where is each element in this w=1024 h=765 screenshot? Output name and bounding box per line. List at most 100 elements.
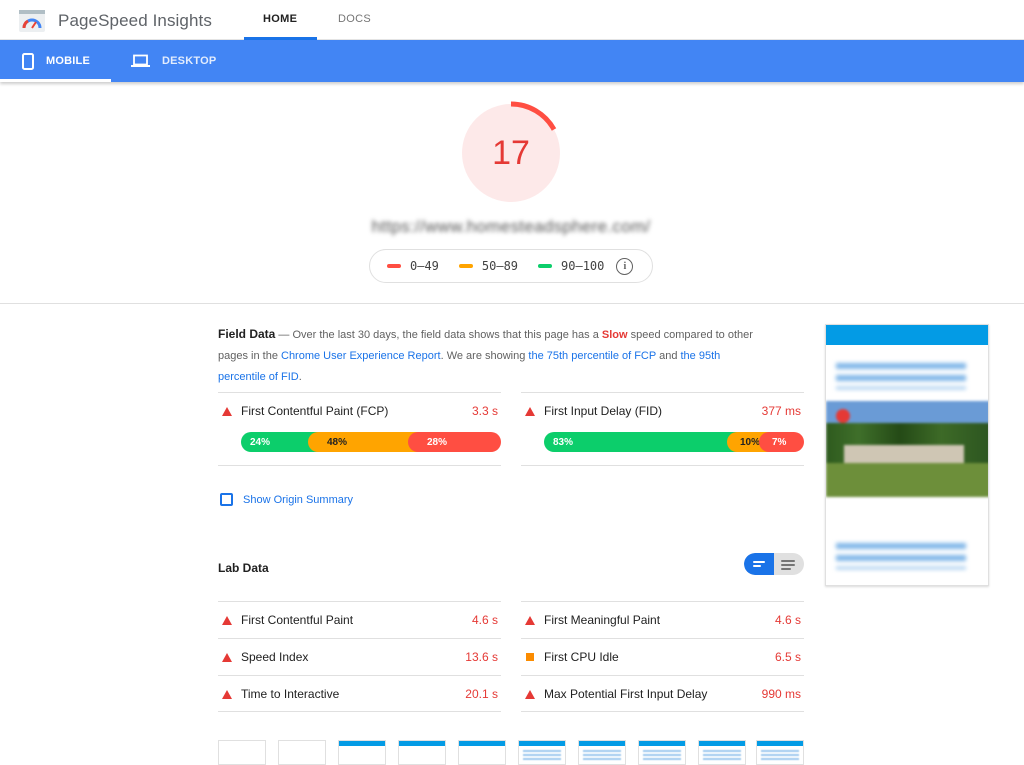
nav-tab-home[interactable]: HOME (263, 13, 297, 25)
lab-metric-label: First Contentful Paint (241, 613, 354, 627)
fail-triangle-icon (222, 407, 232, 416)
filmstrip-frame (218, 740, 266, 765)
field-metric-fcp: First Contentful Paint (FCP) 3.3 s 24% 4… (218, 392, 501, 466)
filmstrip-frame (278, 740, 326, 765)
tab-mobile[interactable]: MOBILE (0, 40, 111, 82)
field-data-description: Field Data — Over the last 30 days, the … (218, 324, 766, 388)
performance-score-value: 17 (492, 133, 530, 172)
fcp-label: First Contentful Paint (FCP) (241, 404, 389, 418)
origin-summary-checkbox[interactable] (220, 493, 233, 506)
fcp-distribution-bar: 24% 48% 28% (241, 432, 501, 452)
detail-view-icon-line (781, 568, 791, 570)
performance-score-gauge: 17 (459, 101, 563, 205)
preview-header-bar (826, 325, 988, 345)
fail-triangle-icon (525, 616, 535, 625)
nav-tab-docs[interactable]: DOCS (338, 13, 371, 25)
lab-metric-value: 20.1 s (465, 687, 498, 701)
legend-item-high: 90–100 (538, 259, 604, 273)
lab-metric-value: 4.6 s (471, 613, 498, 627)
device-tab-bar: MOBILE DESKTOP (0, 40, 1024, 82)
legend-item-low: 0–49 (387, 259, 439, 273)
fid-fast-segment: 83% (544, 432, 737, 452)
info-icon[interactable]: i (616, 257, 634, 275)
fid-label: First Input Delay (FID) (544, 404, 663, 418)
mobile-phone-icon (22, 52, 34, 70)
top-app-bar: PageSpeed Insights HOME DOCS (0, 0, 1024, 40)
origin-summary-label: Show Origin Summary (243, 493, 354, 506)
detail-view-icon (781, 560, 795, 562)
legend-high-swatch (538, 264, 553, 268)
legend-low-label: 0–49 (410, 259, 439, 273)
lab-metrics-left: First Contentful Paint 4.6 s Speed Index… (218, 601, 501, 712)
fcp-value: 3.3 s (471, 404, 498, 418)
fail-triangle-icon (222, 616, 232, 625)
filmstrip-frame (458, 740, 506, 765)
lab-metric-value: 13.6 s (465, 650, 498, 664)
lab-metric-row: First Meaningful Paint 4.6 s (521, 601, 804, 638)
fcp-average-segment: 48% (308, 432, 418, 452)
tab-mobile-label: MOBILE (46, 55, 90, 67)
tab-desktop[interactable]: DESKTOP (131, 40, 216, 82)
lab-metric-label: Max Potential First Input Delay (544, 687, 708, 701)
legend-mid-swatch (458, 264, 473, 268)
analyzed-url: https://www.homesteadsphere.com/ (371, 217, 651, 236)
fcp-fast-segment: 24% (241, 432, 318, 452)
lab-metric-row: First CPU Idle 6.5 s (521, 638, 804, 675)
legend-low-swatch (387, 264, 401, 268)
lab-metric-label: First Meaningful Paint (544, 613, 661, 627)
filmstrip-frame (698, 740, 746, 765)
field-data-heading: Field Data (218, 327, 276, 341)
fail-triangle-icon (222, 690, 232, 699)
lab-metrics-right: First Meaningful Paint 4.6 s First CPU I… (521, 601, 804, 712)
page-screenshot-preview (825, 324, 989, 586)
filmstrip-frame (398, 740, 446, 765)
average-square-icon (526, 653, 534, 661)
lab-metric-row: First Contentful Paint 4.6 s (218, 601, 501, 638)
lab-view-toggle[interactable] (744, 553, 804, 575)
lab-metric-label: First CPU Idle (544, 650, 619, 664)
pagespeed-logo-icon (19, 10, 45, 32)
field-text-1: — Over the last 30 days, the field data … (275, 329, 602, 341)
field-metric-fid: First Input Delay (FID) 377 ms 83% 10% 7… (521, 392, 804, 466)
lab-metric-value: 4.6 s (774, 613, 801, 627)
legend-item-mid: 50–89 (458, 259, 519, 273)
lab-metric-row: Time to Interactive 20.1 s (218, 675, 501, 712)
fail-triangle-icon (525, 690, 535, 699)
score-legend: 0–49 50–89 90–100 i (369, 249, 653, 283)
lab-metric-label: Time to Interactive (241, 687, 340, 701)
fid-slow-segment: 7% (759, 432, 804, 452)
lab-metric-value: 6.5 s (774, 650, 801, 664)
field-text-5: . (298, 371, 302, 383)
field-text-3: . We are showing (440, 350, 529, 362)
tab-desktop-label: DESKTOP (162, 55, 217, 67)
list-view-button[interactable] (744, 553, 774, 575)
chrome-ux-report-link[interactable]: Chrome User Experience Report (281, 350, 441, 362)
filmstrip-frame (338, 740, 386, 765)
preview-subhead-blur (836, 543, 966, 569)
list-view-icon-line (753, 565, 761, 567)
filmstrip-frame (756, 740, 804, 765)
preview-headline-blur (836, 363, 966, 389)
legend-high-label: 90–100 (561, 259, 605, 273)
filmstrip-frame (638, 740, 686, 765)
list-view-icon (753, 561, 765, 563)
tab-mobile-indicator (0, 79, 111, 82)
lab-data-heading: Lab Data (218, 561, 269, 575)
legend-mid-label: 50–89 (481, 259, 519, 273)
field-text-4: and (656, 350, 681, 362)
lab-metric-label: Speed Index (241, 650, 309, 664)
laptop-icon (131, 54, 150, 67)
fid-distribution-bar: 83% 10% 7% (544, 432, 804, 452)
fail-triangle-icon (525, 407, 535, 416)
fail-triangle-icon (222, 653, 232, 662)
filmstrip-frame (518, 740, 566, 765)
fcp-slow-segment: 28% (408, 432, 501, 452)
lab-metric-row: Max Potential First Input Delay 990 ms (521, 675, 804, 712)
app-title: PageSpeed Insights (58, 11, 212, 30)
lab-metric-row: Speed Index 13.6 s (218, 638, 501, 675)
fid-value: 377 ms (761, 404, 801, 418)
show-origin-summary[interactable]: Show Origin Summary (220, 493, 353, 506)
lab-metric-value: 990 ms (761, 687, 801, 701)
fcp-percentile-link[interactable]: the 75th percentile of FCP (528, 350, 656, 362)
section-divider (0, 303, 1024, 304)
